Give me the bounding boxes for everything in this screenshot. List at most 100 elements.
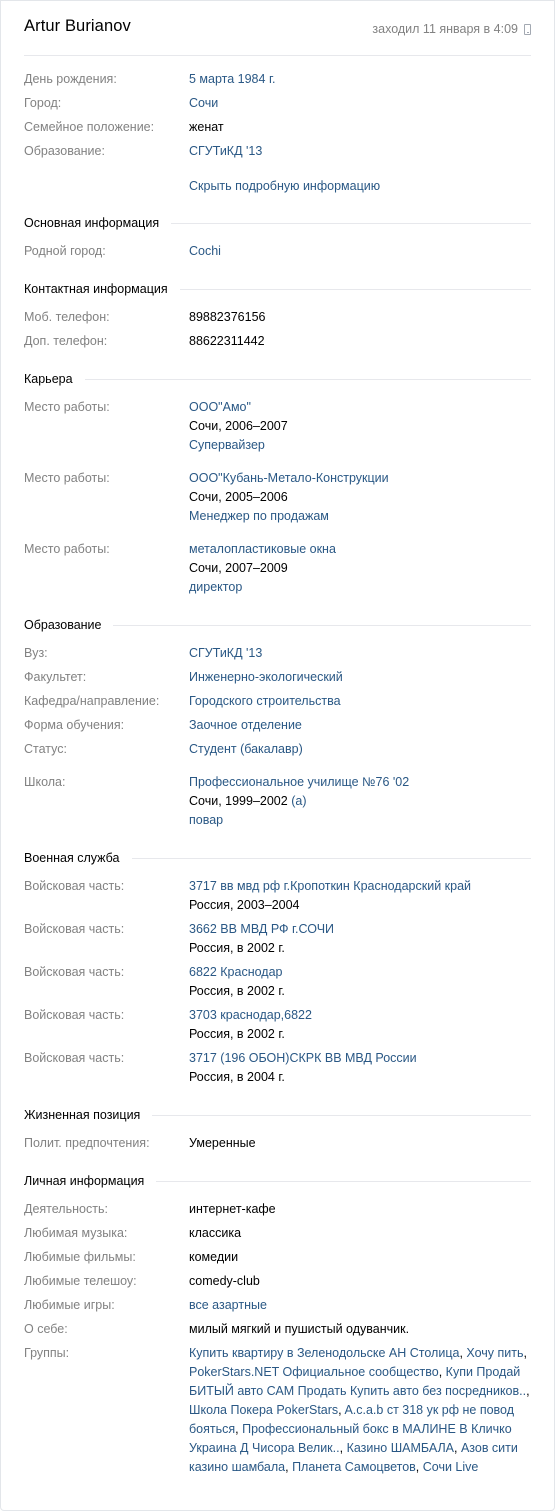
military-unit-info: Россия, 2003–2004	[189, 898, 300, 912]
military-unit-info: Россия, в 2002 г.	[189, 941, 285, 955]
group-link[interactable]: Купить квартиру в Зеленодольске АН Столи…	[189, 1346, 459, 1360]
group-link[interactable]: Казино ШАМБАЛА	[347, 1441, 454, 1455]
tv-shows-label: Любимые телешоу:	[24, 1274, 137, 1288]
status-label: Статус:	[24, 742, 67, 756]
military-unit-label: Войсковая часть:	[24, 965, 125, 979]
military-unit-link[interactable]: 3662 ВВ МВД РФ г.СОЧИ	[189, 920, 531, 939]
last-seen-text: заходил 11 января в 4:09	[372, 22, 518, 36]
status-value[interactable]: Студент (бакалавр)	[189, 740, 531, 759]
job-company-link[interactable]: ООО"Амо"	[189, 398, 531, 417]
education-brief-value[interactable]: СГУТиКД '13	[189, 142, 531, 161]
military-unit-info: Россия, в 2002 г.	[189, 984, 285, 998]
military-unit-label: Войсковая часть:	[24, 1008, 125, 1022]
job-company-link[interactable]: ООО"Кубань-Метало-Конструкции	[189, 469, 531, 488]
profile-header: Artur Burianov заходил 11 января в 4:09	[24, 0, 531, 56]
movies-value: комедии	[189, 1250, 239, 1264]
education-brief-label: Образование:	[24, 144, 105, 158]
military-unit-details: 6822 Краснодар Россия, в 2002 г.	[189, 963, 531, 1001]
hometown-value[interactable]: Cochi	[189, 242, 531, 261]
military-unit-link[interactable]: 6822 Краснодар	[189, 963, 531, 982]
mobile-phone-label: Моб. телефон:	[24, 310, 110, 324]
group-link[interactable]: Школа Покера PokerStars	[189, 1403, 338, 1417]
group-link[interactable]: PokerStars.NET Официальное сообщество	[189, 1365, 439, 1379]
job-position-link[interactable]: директор	[189, 578, 531, 597]
birthday-value[interactable]: 5 марта 1984 г.	[189, 70, 531, 89]
school-class-link[interactable]: (а)	[291, 794, 306, 808]
military-unit-label: Войсковая часть:	[24, 922, 125, 936]
group-link[interactable]: Планета Самоцветов	[292, 1460, 416, 1474]
job-position-link[interactable]: Менеджер по продажам	[189, 507, 531, 526]
section-divider	[179, 289, 531, 290]
section-title: Образование	[24, 618, 102, 632]
job-details: ООО"Кубань-Метало-Конструкции Сочи, 2005…	[189, 469, 531, 526]
military-unit-label: Войсковая часть:	[24, 879, 125, 893]
profile-name: Artur Burianov	[24, 17, 131, 35]
birthday-label: День рождения:	[24, 72, 117, 86]
about-value: милый мягкий и пушистый одуванчик.	[189, 1322, 410, 1336]
hometown-label: Родной город:	[24, 244, 106, 258]
politics-label: Полит. предпочтения:	[24, 1136, 150, 1150]
section-divider	[152, 1115, 531, 1116]
job-company-link[interactable]: металопластиковые окна	[189, 540, 531, 559]
university-value[interactable]: СГУТиКД '13	[189, 644, 531, 663]
groups-label: Группы:	[24, 1346, 70, 1360]
section-divider	[156, 1181, 531, 1182]
job-place: Сочи, 2007–2009	[189, 561, 288, 575]
hide-details-link[interactable]: Скрыть подробную информацию	[189, 177, 380, 196]
music-label: Любимая музыка:	[24, 1226, 128, 1240]
department-label: Кафедра/направление:	[24, 694, 160, 708]
military-unit-link[interactable]: 3717 (196 ОБОН)СКРК ВВ МВД России	[189, 1049, 531, 1068]
section-title: Основная информация	[24, 216, 160, 230]
city-value[interactable]: Сочи	[189, 94, 531, 113]
section-main-info: Основная информация	[24, 214, 531, 233]
city-label: Город:	[24, 96, 62, 110]
job-details: металопластиковые окна Сочи, 2007–2009 д…	[189, 540, 531, 597]
marital-label: Семейное положение:	[24, 120, 155, 134]
section-military: Военная служба	[24, 849, 531, 868]
military-unit-link[interactable]: 3703 краснодар,6822	[189, 1006, 531, 1025]
activity-label: Деятельность:	[24, 1202, 108, 1216]
group-link[interactable]: Сочи Live	[423, 1460, 479, 1474]
games-value[interactable]: все азартные	[189, 1296, 531, 1315]
military-unit-details: 3717 вв мвд рф г.Кропоткин Краснодарский…	[189, 877, 531, 915]
activity-value: интернет-кафе	[189, 1202, 276, 1216]
study-form-label: Форма обучения:	[24, 718, 125, 732]
military-unit-details: 3703 краснодар,6822 Россия, в 2002 г.	[189, 1006, 531, 1044]
section-personal: Личная информация	[24, 1172, 531, 1191]
school-specialty-link[interactable]: повар	[189, 811, 531, 830]
military-unit-details: 3662 ВВ МВД РФ г.СОЧИ Россия, в 2002 г.	[189, 920, 531, 958]
study-form-value[interactable]: Заочное отделение	[189, 716, 531, 735]
section-title: Карьера	[24, 372, 73, 386]
marital-value: женат	[189, 120, 224, 134]
job-label: Место работы:	[24, 542, 110, 556]
extra-phone-label: Доп. телефон:	[24, 334, 108, 348]
section-title: Контактная информация	[24, 282, 168, 296]
about-label: О себе:	[24, 1322, 68, 1336]
mobile-phone-icon	[524, 23, 531, 35]
department-value[interactable]: Городского строительства	[189, 692, 531, 711]
school-name-link[interactable]: Профессиональное училище №76 '02	[189, 773, 531, 792]
military-unit-details: 3717 (196 ОБОН)СКРК ВВ МВД России Россия…	[189, 1049, 531, 1087]
section-divider	[131, 858, 531, 859]
job-position-link[interactable]: Супервайзер	[189, 436, 531, 455]
tv-shows-value: comedy-club	[189, 1274, 260, 1288]
military-unit-info: Россия, в 2004 г.	[189, 1070, 285, 1084]
school-place: Сочи, 1999–2002	[189, 794, 288, 808]
section-title: Личная информация	[24, 1174, 145, 1188]
school-label: Школа:	[24, 775, 66, 789]
military-unit-info: Россия, в 2002 г.	[189, 1027, 285, 1041]
faculty-value[interactable]: Инженерно-экологический	[189, 668, 531, 687]
mobile-phone-value: 89882376156	[189, 310, 266, 324]
extra-phone-value: 88622311442	[189, 334, 265, 348]
job-place: Сочи, 2005–2006	[189, 490, 288, 504]
school-details: Профессиональное училище №76 '02 Сочи, 1…	[189, 773, 531, 830]
university-label: Вуз:	[24, 646, 48, 660]
group-link[interactable]: Хочу пить	[466, 1346, 523, 1360]
school-place-line: Сочи, 1999–2002 (а)	[189, 792, 531, 811]
music-value: классика	[189, 1226, 242, 1240]
games-label: Любимые игры:	[24, 1298, 115, 1312]
military-unit-label: Войсковая часть:	[24, 1051, 125, 1065]
faculty-label: Факультет:	[24, 670, 87, 684]
last-seen-status: заходил 11 января в 4:09	[372, 22, 531, 36]
military-unit-link[interactable]: 3717 вв мвд рф г.Кропоткин Краснодарский…	[189, 877, 531, 896]
